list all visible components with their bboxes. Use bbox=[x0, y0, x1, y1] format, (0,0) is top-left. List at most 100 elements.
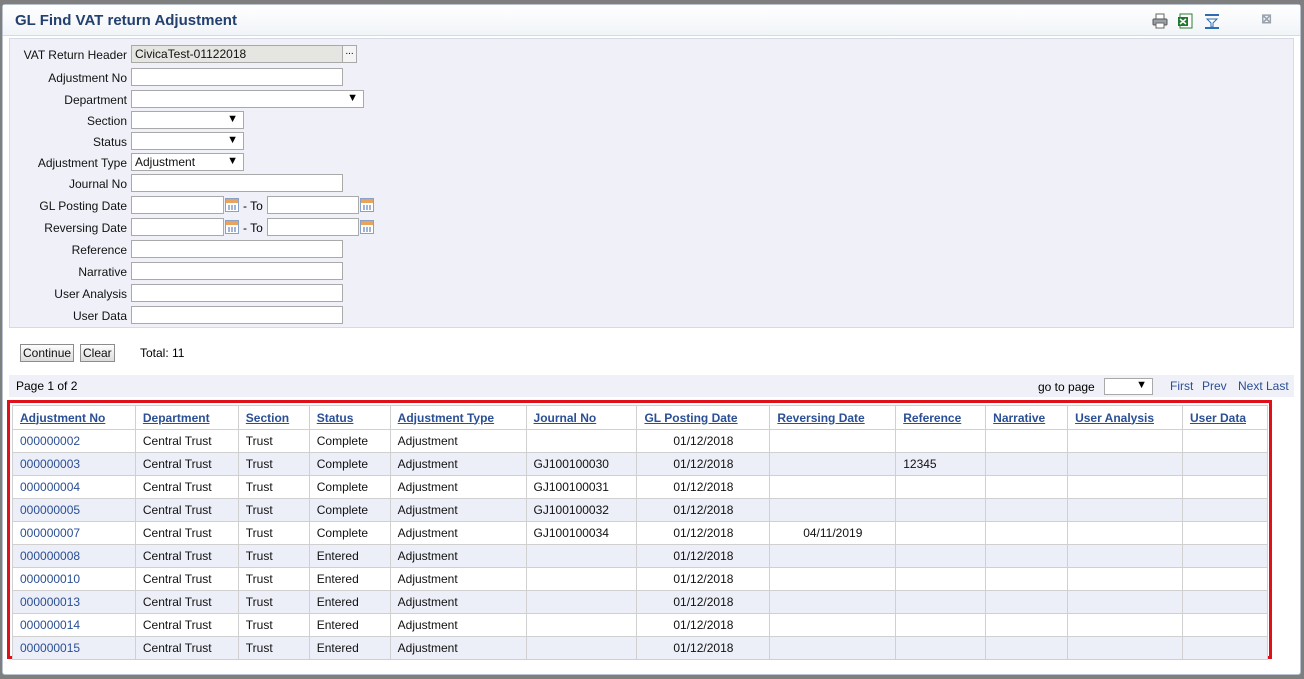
department-label: Department bbox=[64, 93, 127, 107]
adjustment-type-row: Adjustment Type Adjustment ▼ bbox=[10, 153, 1293, 173]
table-cell bbox=[895, 636, 987, 660]
table-cell: 12345 bbox=[895, 452, 987, 476]
column-header[interactable]: User Data bbox=[1181, 405, 1269, 430]
page-title: GL Find VAT return Adjustment bbox=[15, 12, 237, 29]
column-header[interactable]: Journal No bbox=[525, 405, 638, 430]
pager-last-link[interactable]: Last bbox=[1266, 379, 1289, 393]
column-header[interactable]: Narrative bbox=[985, 405, 1069, 430]
table-cell bbox=[1067, 521, 1183, 545]
column-header[interactable]: Section bbox=[237, 405, 310, 430]
table-cell bbox=[895, 567, 987, 591]
adjustment-no-link[interactable]: 000000004 bbox=[12, 475, 136, 499]
calendar-icon[interactable] bbox=[225, 198, 239, 212]
vat-return-header-field[interactable]: CivicaTest-01122018 bbox=[131, 45, 343, 63]
adjustment-type-selected-value: Adjustment bbox=[135, 155, 196, 169]
table-cell: Adjustment bbox=[389, 521, 527, 545]
user-analysis-input[interactable] bbox=[131, 284, 343, 302]
table-cell: Entered bbox=[308, 636, 391, 660]
table-cell bbox=[1067, 636, 1183, 660]
reference-input[interactable] bbox=[131, 240, 343, 258]
table-row: 000000008 Central Trust Trust Entered Adjust… bbox=[12, 544, 1269, 568]
gl-posting-date-from-input[interactable] bbox=[131, 196, 224, 214]
table-cell bbox=[895, 521, 987, 545]
adjustment-no-link[interactable]: 000000013 bbox=[12, 590, 136, 614]
table-cell: Adjustment bbox=[389, 498, 527, 522]
pager-next-link[interactable]: Next bbox=[1238, 379, 1263, 393]
calendar-icon[interactable] bbox=[360, 220, 374, 234]
table-cell: GJ100100031 bbox=[525, 475, 638, 499]
column-header[interactable]: Department bbox=[134, 405, 239, 430]
section-select[interactable]: ▼ bbox=[131, 111, 244, 129]
results-grid-highlight: Adjustment No Department Section Status Adju… bbox=[7, 400, 1272, 660]
table-cell: 04/11/2019 bbox=[769, 521, 897, 545]
column-header[interactable]: Reversing Date bbox=[769, 405, 897, 430]
total-count: Total: 11 bbox=[140, 346, 185, 360]
column-header[interactable]: GL Posting Date bbox=[636, 405, 771, 430]
journal-no-input[interactable] bbox=[131, 174, 343, 192]
adjustment-no-link[interactable]: 000000003 bbox=[12, 452, 136, 476]
gl-posting-date-to-label: - To bbox=[243, 199, 263, 213]
table-cell bbox=[525, 590, 638, 614]
table-cell bbox=[895, 429, 987, 453]
calendar-icon[interactable] bbox=[225, 220, 239, 234]
adjustment-no-link[interactable]: 000000010 bbox=[12, 567, 136, 591]
pager-prev-link[interactable]: Prev bbox=[1202, 379, 1227, 393]
reversing-date-to-input[interactable] bbox=[267, 218, 359, 236]
adjustment-no-link[interactable]: 000000015 bbox=[12, 636, 136, 660]
table-cell: Trust bbox=[237, 590, 310, 614]
continue-button[interactable]: Continue bbox=[20, 344, 75, 362]
pager-first-link[interactable]: First bbox=[1170, 379, 1193, 393]
table-cell: Central Trust bbox=[134, 544, 239, 568]
column-header[interactable]: Status bbox=[308, 405, 391, 430]
table-cell bbox=[769, 613, 897, 637]
clear-button[interactable]: Clear bbox=[80, 344, 115, 362]
goto-page-select[interactable]: ▼ bbox=[1104, 378, 1153, 395]
table-body: 000000002 Central Trust Trust Complete Adjus… bbox=[12, 429, 1269, 660]
chevron-down-icon: ▼ bbox=[1136, 379, 1147, 391]
table-cell: Entered bbox=[308, 567, 391, 591]
table-row: 000000007 Central Trust Trust Complete Adjus… bbox=[12, 521, 1269, 545]
gl-posting-date-row: GL Posting Date - To bbox=[10, 196, 1293, 216]
print-icon[interactable] bbox=[1151, 12, 1169, 30]
adjustment-no-link[interactable]: 000000005 bbox=[12, 498, 136, 522]
table-cell: Central Trust bbox=[134, 590, 239, 614]
status-select[interactable]: ▼ bbox=[131, 132, 244, 150]
table-cell: Adjustment bbox=[389, 590, 527, 614]
table-cell bbox=[769, 567, 897, 591]
user-analysis-row: User Analysis bbox=[10, 284, 1293, 304]
column-header[interactable]: Adjustment No bbox=[12, 405, 136, 430]
table-cell: 01/12/2018 bbox=[636, 498, 771, 522]
adjustment-type-select[interactable]: Adjustment ▼ bbox=[131, 153, 244, 171]
table-cell bbox=[895, 498, 987, 522]
table-cell bbox=[769, 544, 897, 568]
column-header[interactable]: User Analysis bbox=[1067, 405, 1183, 430]
table-cell bbox=[1067, 544, 1183, 568]
table-cell: 01/12/2018 bbox=[636, 613, 771, 637]
table-cell bbox=[1181, 590, 1269, 614]
gl-posting-date-to-input[interactable] bbox=[267, 196, 359, 214]
column-header[interactable]: Reference bbox=[895, 405, 987, 430]
adjustment-no-link[interactable]: 000000007 bbox=[12, 521, 136, 545]
department-select[interactable]: ▼ bbox=[131, 90, 364, 108]
adjustment-no-input[interactable] bbox=[131, 68, 343, 86]
narrative-input[interactable] bbox=[131, 262, 343, 280]
table-cell bbox=[1181, 452, 1269, 476]
calendar-icon[interactable] bbox=[360, 198, 374, 212]
dialog-window: GL Find VAT return Adjustment ⊠ VAT Retu… bbox=[2, 4, 1301, 675]
close-icon[interactable]: ⊠ bbox=[1261, 11, 1272, 27]
chevron-down-icon: ▼ bbox=[227, 134, 238, 146]
table-cell: Complete bbox=[308, 429, 391, 453]
vat-return-header-lookup-button[interactable]: ... bbox=[342, 45, 357, 63]
excel-export-icon[interactable] bbox=[1177, 12, 1195, 30]
adjustment-no-link[interactable]: 000000008 bbox=[12, 544, 136, 568]
table-cell bbox=[525, 567, 638, 591]
user-data-input[interactable] bbox=[131, 306, 343, 324]
reversing-date-from-input[interactable] bbox=[131, 218, 224, 236]
adjustment-no-link[interactable]: 000000014 bbox=[12, 613, 136, 637]
table-cell: Complete bbox=[308, 521, 391, 545]
table-cell bbox=[895, 613, 987, 637]
filter-icon[interactable] bbox=[1203, 12, 1221, 30]
column-header[interactable]: Adjustment Type bbox=[389, 405, 527, 430]
status-row: Status ▼ bbox=[10, 132, 1293, 152]
adjustment-no-link[interactable]: 000000002 bbox=[12, 429, 136, 453]
